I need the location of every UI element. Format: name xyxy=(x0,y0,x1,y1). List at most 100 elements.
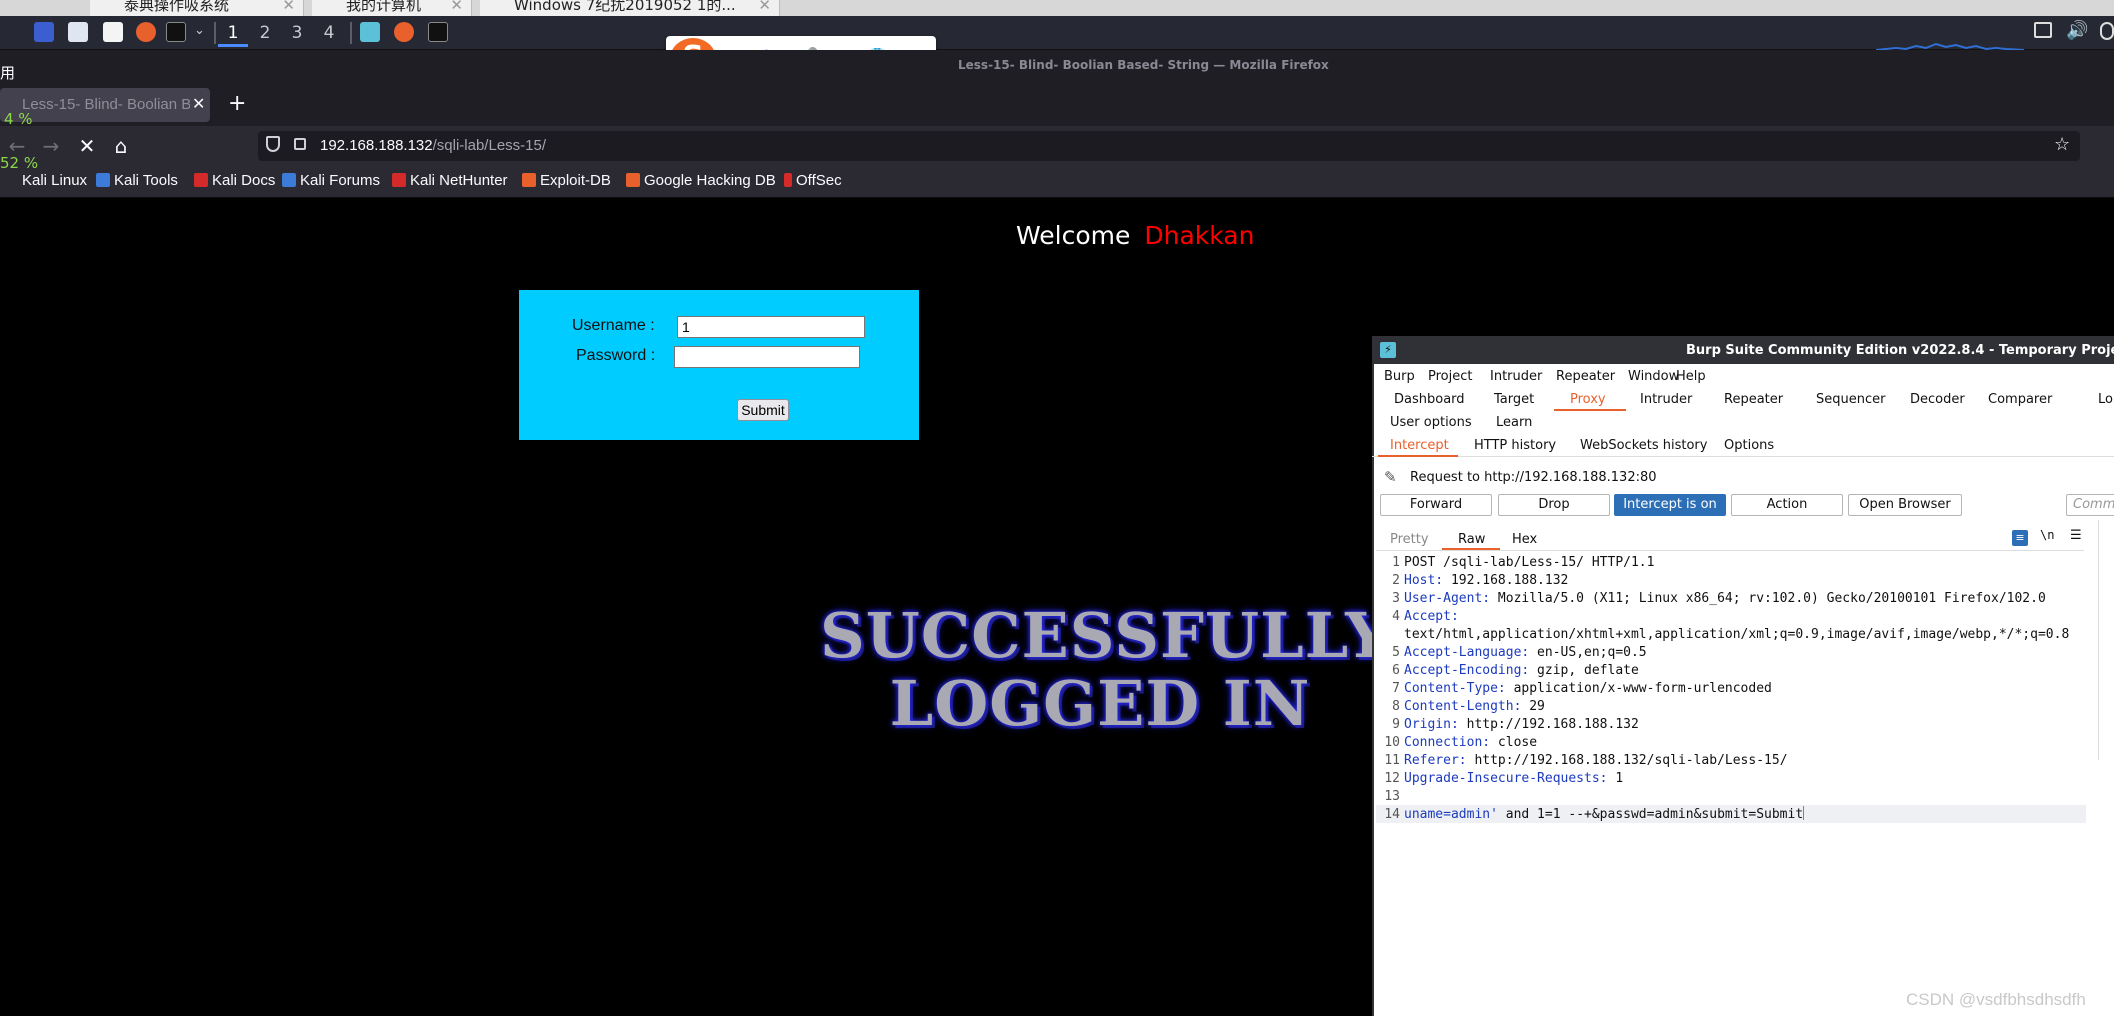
request-line[interactable]: 12 Upgrade-Insecure-Requests: 1 xyxy=(1382,770,1623,788)
kali-tools-icon xyxy=(96,173,110,187)
close-icon[interactable]: ✕ xyxy=(282,0,295,13)
host-tab[interactable]: 我的计算机 ✕ xyxy=(312,0,472,16)
bookmark-kali-linux[interactable]: Kali Linux xyxy=(22,172,87,189)
request-line[interactable]: 13 xyxy=(1382,788,1404,806)
username-label: Username : xyxy=(572,317,655,334)
view-raw-tab[interactable]: Raw xyxy=(1458,532,1485,547)
firefox-icon[interactable] xyxy=(136,22,156,42)
workspace-1[interactable]: 1 xyxy=(218,19,248,47)
request-line[interactable]: 1 POST /sqli-lab/Less-15/ HTTP/1.1 xyxy=(1382,554,1654,572)
tab-bar xyxy=(0,86,2114,126)
request-line[interactable]: 10 Connection: close xyxy=(1382,734,1537,752)
text-editor-icon[interactable] xyxy=(103,22,123,42)
inspector-strip[interactable] xyxy=(2098,520,2114,760)
file-manager-icon[interactable] xyxy=(68,22,88,42)
bookmark-google-hacking-db[interactable]: Google Hacking DB xyxy=(626,172,776,189)
tab-comparer[interactable]: Comparer xyxy=(1988,392,2052,407)
close-tab-icon[interactable]: ✕ xyxy=(192,94,205,113)
tab-target[interactable]: Target xyxy=(1494,392,1534,407)
request-line[interactable]: text/html,application/xhtml+xml,applicat… xyxy=(1382,626,2069,644)
tab-dashboard[interactable]: Dashboard xyxy=(1394,392,1465,407)
host-tab[interactable]: Windows 7纪扰2019052 1的... ✕ xyxy=(480,0,780,16)
tab-websockets-history[interactable]: WebSockets history xyxy=(1580,438,1707,453)
request-line[interactable]: 5 Accept-Language: en-US,en;q=0.5 xyxy=(1382,644,1646,662)
terminal-task-icon[interactable] xyxy=(428,22,448,42)
request-line[interactable]: 7 Content-Type: application/x-www-form-ur… xyxy=(1382,680,1772,698)
view-pretty-tab[interactable]: Pretty xyxy=(1390,532,1429,547)
show-desktop-icon[interactable] xyxy=(34,22,54,42)
tab-decoder[interactable]: Decoder xyxy=(1910,392,1965,407)
workspace-3[interactable]: 3 xyxy=(282,19,312,47)
host-tab[interactable]: 泰典操作吸系统 ✕ xyxy=(90,0,304,16)
forward-icon[interactable]: → xyxy=(38,134,64,158)
shield-icon[interactable] xyxy=(266,136,280,152)
tab-intercept[interactable]: Intercept xyxy=(1390,438,1449,453)
menu-icon[interactable]: ☰ xyxy=(2070,528,2082,543)
bookmark-kali-nethunter[interactable]: Kali NetHunter xyxy=(392,172,508,189)
request-line[interactable]: 2 Host: 192.168.188.132 xyxy=(1382,572,1568,590)
action-button[interactable]: Action xyxy=(1731,494,1843,516)
forward-button[interactable]: Forward xyxy=(1380,494,1492,516)
power-icon[interactable] xyxy=(2100,22,2114,40)
volume-icon[interactable]: 🔊 xyxy=(2066,20,2088,41)
header-value: Mozilla/5.0 (X11; Linux x86_64; rv:102.0… xyxy=(1490,591,2046,606)
request-line[interactable]: 8 Content-Length: 29 xyxy=(1382,698,1545,716)
tab-http-history[interactable]: HTTP history xyxy=(1474,438,1556,453)
bookmark-offsec[interactable]: OffSec xyxy=(784,172,842,189)
header-value: 1 xyxy=(1607,771,1624,786)
tab-options[interactable]: Options xyxy=(1724,438,1774,453)
stop-icon[interactable]: ✕ xyxy=(74,134,100,158)
drop-button[interactable]: Drop xyxy=(1498,494,1610,516)
username-input[interactable]: 1 xyxy=(677,316,865,338)
line-number: 1 xyxy=(1392,555,1400,570)
tab-proxy[interactable]: Proxy xyxy=(1570,392,1606,407)
firefox-task-icon[interactable] xyxy=(394,22,414,42)
terminal-icon[interactable] xyxy=(166,22,186,42)
new-tab-icon[interactable]: + xyxy=(228,91,246,116)
request-line[interactable]: 9 Origin: http://192.168.188.132 xyxy=(1382,716,1639,734)
side-char: 用 xyxy=(0,64,16,82)
url-text[interactable]: 192.168.188.132/sqli-lab/Less-15/ xyxy=(320,137,546,154)
tab-repeater[interactable]: Repeater xyxy=(1724,392,1783,407)
tab-logger[interactable]: Lo xyxy=(2098,392,2113,407)
comment-field[interactable]: Comm xyxy=(2066,494,2114,516)
menu-repeater[interactable]: Repeater xyxy=(1556,369,1615,384)
intercept-toggle-button[interactable]: Intercept is on xyxy=(1614,494,1726,516)
tab-intruder[interactable]: Intruder xyxy=(1640,392,1692,407)
tab-user-options[interactable]: User options xyxy=(1390,415,1472,430)
menu-burp[interactable]: Burp xyxy=(1384,369,1415,384)
burp-task-icon[interactable] xyxy=(360,22,380,42)
home-icon[interactable]: ⌂ xyxy=(108,134,134,158)
wrap-lines-icon[interactable]: ≡ xyxy=(2012,530,2028,546)
workspace-4[interactable]: 4 xyxy=(314,19,344,47)
bookmark-kali-forums[interactable]: Kali Forums xyxy=(282,172,380,189)
workspace-2[interactable]: 2 xyxy=(250,19,280,47)
request-line[interactable]: 11 Referer: http://192.168.188.132/sqli-l… xyxy=(1382,752,1787,770)
offsec-icon xyxy=(784,173,792,187)
menu-intruder[interactable]: Intruder xyxy=(1490,369,1542,384)
lock-icon[interactable] xyxy=(294,138,306,150)
close-icon[interactable]: ✕ xyxy=(758,0,771,13)
tab-sequencer[interactable]: Sequencer xyxy=(1816,392,1885,407)
request-line[interactable]: 6 Accept-Encoding: gzip, deflate xyxy=(1382,662,1639,680)
header-key: Accept-Language: xyxy=(1404,645,1530,660)
display-icon[interactable] xyxy=(2034,22,2052,38)
bookmark-exploit-db[interactable]: Exploit-DB xyxy=(522,172,611,189)
bookmark-star-icon[interactable]: ☆ xyxy=(2054,134,2070,155)
menu-window[interactable]: Window xyxy=(1628,369,1679,384)
request-line[interactable]: 3 User-Agent: Mozilla/5.0 (X11; Linux x86… xyxy=(1382,590,2046,608)
tab-learn[interactable]: Learn xyxy=(1496,415,1532,430)
chevron-down-icon[interactable]: ⌄ xyxy=(194,23,205,38)
bookmark-kali-docs[interactable]: Kali Docs xyxy=(194,172,275,189)
bookmark-kali-tools[interactable]: Kali Tools xyxy=(96,172,178,189)
password-input[interactable] xyxy=(674,346,860,368)
submit-button[interactable]: Submit xyxy=(737,399,789,421)
close-icon[interactable]: ✕ xyxy=(450,0,463,13)
request-line[interactable]: 4 Accept: xyxy=(1382,608,1459,626)
open-browser-button[interactable]: Open Browser xyxy=(1848,494,1962,516)
menu-project[interactable]: Project xyxy=(1428,369,1472,384)
view-hex-tab[interactable]: Hex xyxy=(1512,532,1537,547)
request-line[interactable]: 14 uname=admin' and 1=1 --+&passwd=admin&… xyxy=(1382,806,1805,824)
menu-help[interactable]: Help xyxy=(1676,369,1706,384)
show-newlines-icon[interactable]: \n xyxy=(2040,528,2054,542)
